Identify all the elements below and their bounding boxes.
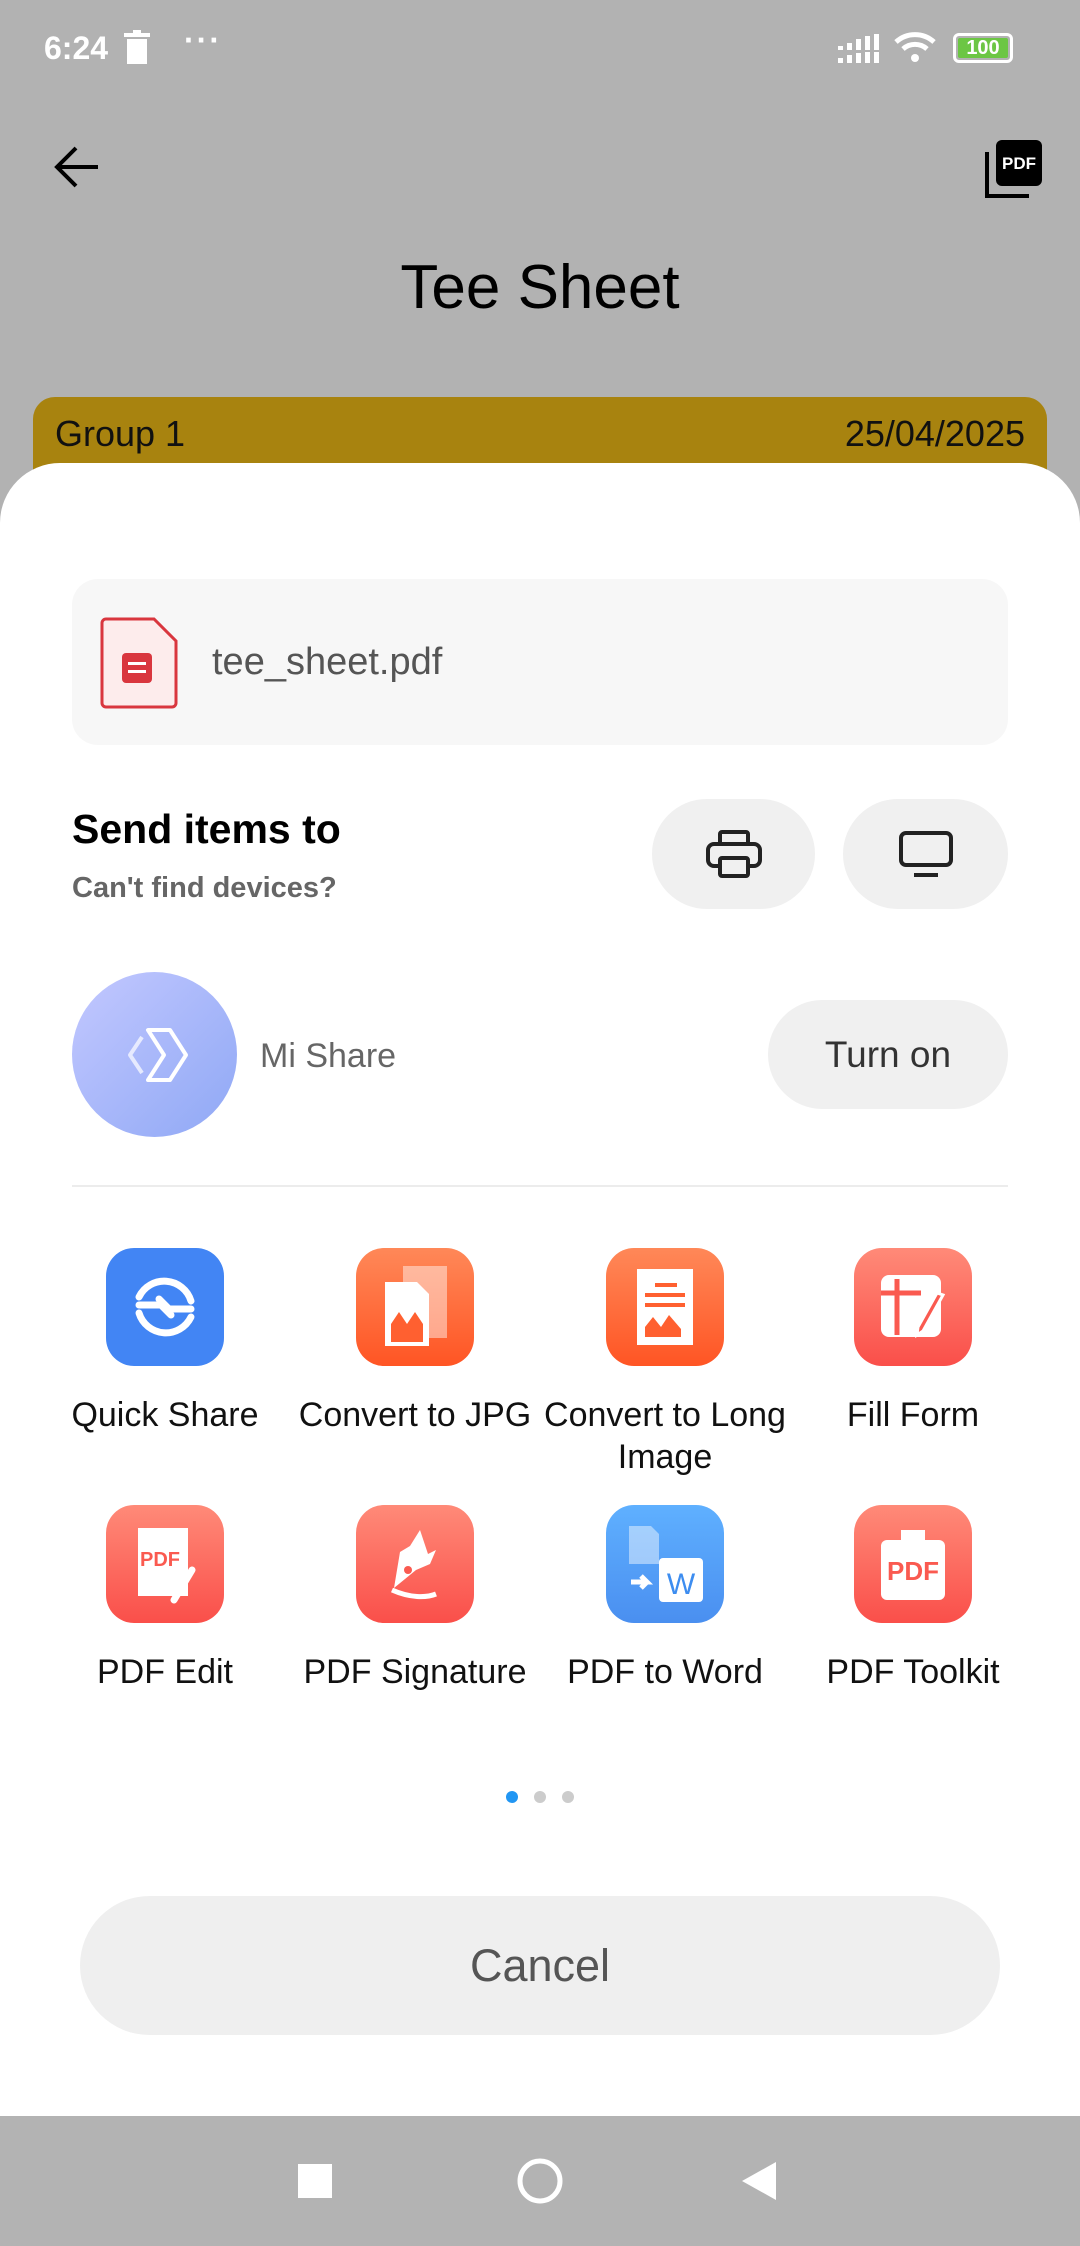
cancel-button[interactable]: Cancel <box>80 1896 1000 2035</box>
app-pdf-edit[interactable]: PDF PDF Edit <box>40 1505 290 1693</box>
app-fill-form[interactable]: Fill Form <box>788 1248 1038 1436</box>
app-convert-to-long-image[interactable]: Convert to Long Image <box>540 1248 790 1478</box>
page-dot-active[interactable] <box>506 1791 518 1803</box>
app-label: Fill Form <box>846 1396 980 1434</box>
svg-text:PDF: PDF <box>1002 154 1036 173</box>
app-pdf-toolkit[interactable]: PDF PDF Toolkit <box>788 1505 1038 1693</box>
signal-icon <box>838 34 879 63</box>
app-label: PDF Signature <box>303 1653 527 1691</box>
status-time: 6:24 <box>44 30 109 66</box>
long-image-icon <box>606 1248 724 1366</box>
print-button[interactable] <box>652 799 815 909</box>
group-date: 25/04/2025 <box>844 413 1025 454</box>
page-indicator <box>0 1791 1080 1803</box>
navigation-bar <box>0 2116 1080 2246</box>
pdf-to-word-icon: W <box>606 1505 724 1623</box>
wifi-icon <box>894 32 936 62</box>
turn-on-button[interactable]: Turn on <box>768 1000 1008 1109</box>
mi-share-logo-icon <box>127 1027 188 1082</box>
send-items-title: Send items to <box>72 806 341 852</box>
convert-jpg-icon <box>356 1248 474 1366</box>
page-dot[interactable] <box>534 1791 546 1803</box>
app-pdf-to-word[interactable]: W PDF to Word <box>540 1505 790 1693</box>
app-quick-share[interactable]: Quick Share <box>40 1248 290 1436</box>
svg-text:W: W <box>667 1568 696 1601</box>
battery-icon: 100 <box>953 33 1013 63</box>
status-bar: 6:24 ··· 100 <box>0 0 1080 96</box>
group-label: Group 1 <box>55 413 186 454</box>
overflow-notifications-icon: ··· <box>184 22 222 58</box>
svg-text:PDF: PDF <box>140 1549 180 1571</box>
fill-form-icon <box>854 1248 972 1366</box>
printer-icon <box>705 830 762 878</box>
app-label: Convert to Long Image <box>544 1396 786 1476</box>
page-dot[interactable] <box>562 1791 574 1803</box>
back-arrow-icon[interactable] <box>52 142 102 192</box>
recents-square-icon[interactable] <box>298 2164 332 2198</box>
app-label: PDF to Word <box>567 1653 763 1691</box>
battery-level: 100 <box>958 38 1008 58</box>
divider <box>72 1185 1008 1187</box>
pdf-signature-icon <box>356 1505 474 1623</box>
monitor-icon <box>898 831 953 877</box>
back-triangle-icon[interactable] <box>742 2162 776 2200</box>
cant-find-devices-link[interactable]: Can't find devices? <box>72 872 337 905</box>
pdf-toolkit-icon: PDF <box>854 1505 972 1623</box>
app-pdf-signature[interactable]: PDF Signature <box>290 1505 540 1693</box>
pdf-edit-icon: PDF <box>106 1505 224 1623</box>
trash-icon <box>124 30 150 64</box>
app-label: Convert to JPG <box>298 1396 532 1434</box>
svg-text:PDF: PDF <box>887 1556 939 1586</box>
file-name: tee_sheet.pdf <box>212 641 443 683</box>
pdf-export-icon[interactable]: PDF <box>984 140 1042 198</box>
cast-screen-button[interactable] <box>843 799 1008 909</box>
pdf-file-icon <box>100 617 178 709</box>
app-label: Quick Share <box>71 1396 259 1434</box>
app-convert-to-jpg[interactable]: Convert to JPG <box>290 1248 540 1436</box>
quick-share-icon <box>106 1248 224 1366</box>
mi-share-icon[interactable] <box>72 972 237 1137</box>
home-circle-icon[interactable] <box>516 2157 564 2205</box>
mi-share-label: Mi Share <box>260 1037 397 1075</box>
file-card: tee_sheet.pdf <box>72 579 1008 745</box>
app-label: PDF Edit <box>96 1653 234 1691</box>
page-title: Tee Sheet <box>400 253 680 322</box>
app-label: PDF Toolkit <box>826 1653 1000 1691</box>
